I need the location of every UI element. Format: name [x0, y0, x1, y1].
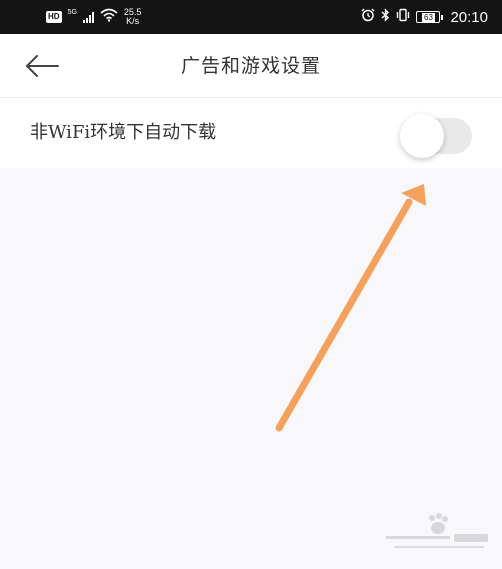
wifi-download-toggle[interactable] [400, 114, 472, 158]
setting-label: 非WiFi环境下自动下载 [30, 122, 217, 143]
network-generation: 5G [67, 9, 77, 16]
battery-level: 63 [422, 12, 435, 22]
status-bar: HD 5G 25.5 K/s 63 20:10 [0, 0, 502, 34]
page-title: 广告和游戏设置 [180, 55, 321, 77]
status-bar-right: 63 20:10 [361, 0, 488, 34]
header: 广告和游戏设置 [0, 34, 502, 98]
signal-icon [82, 11, 94, 23]
battery-icon: 63 [416, 11, 444, 23]
wifi-icon [100, 8, 118, 27]
status-time: 20:10 [450, 8, 488, 26]
content-area [0, 168, 502, 569]
alarm-icon [361, 8, 375, 27]
hd-badge: HD [46, 11, 62, 23]
vibrate-icon [396, 8, 410, 27]
baidu-watermark [382, 512, 492, 558]
net-speed: 25.5 K/s [124, 8, 142, 26]
bluetooth-icon [381, 7, 390, 27]
status-bar-left: HD 5G 25.5 K/s [46, 0, 141, 34]
toggle-knob [400, 114, 444, 158]
net-speed-unit: K/s [126, 16, 140, 26]
baidu-logo-icon [386, 513, 488, 548]
